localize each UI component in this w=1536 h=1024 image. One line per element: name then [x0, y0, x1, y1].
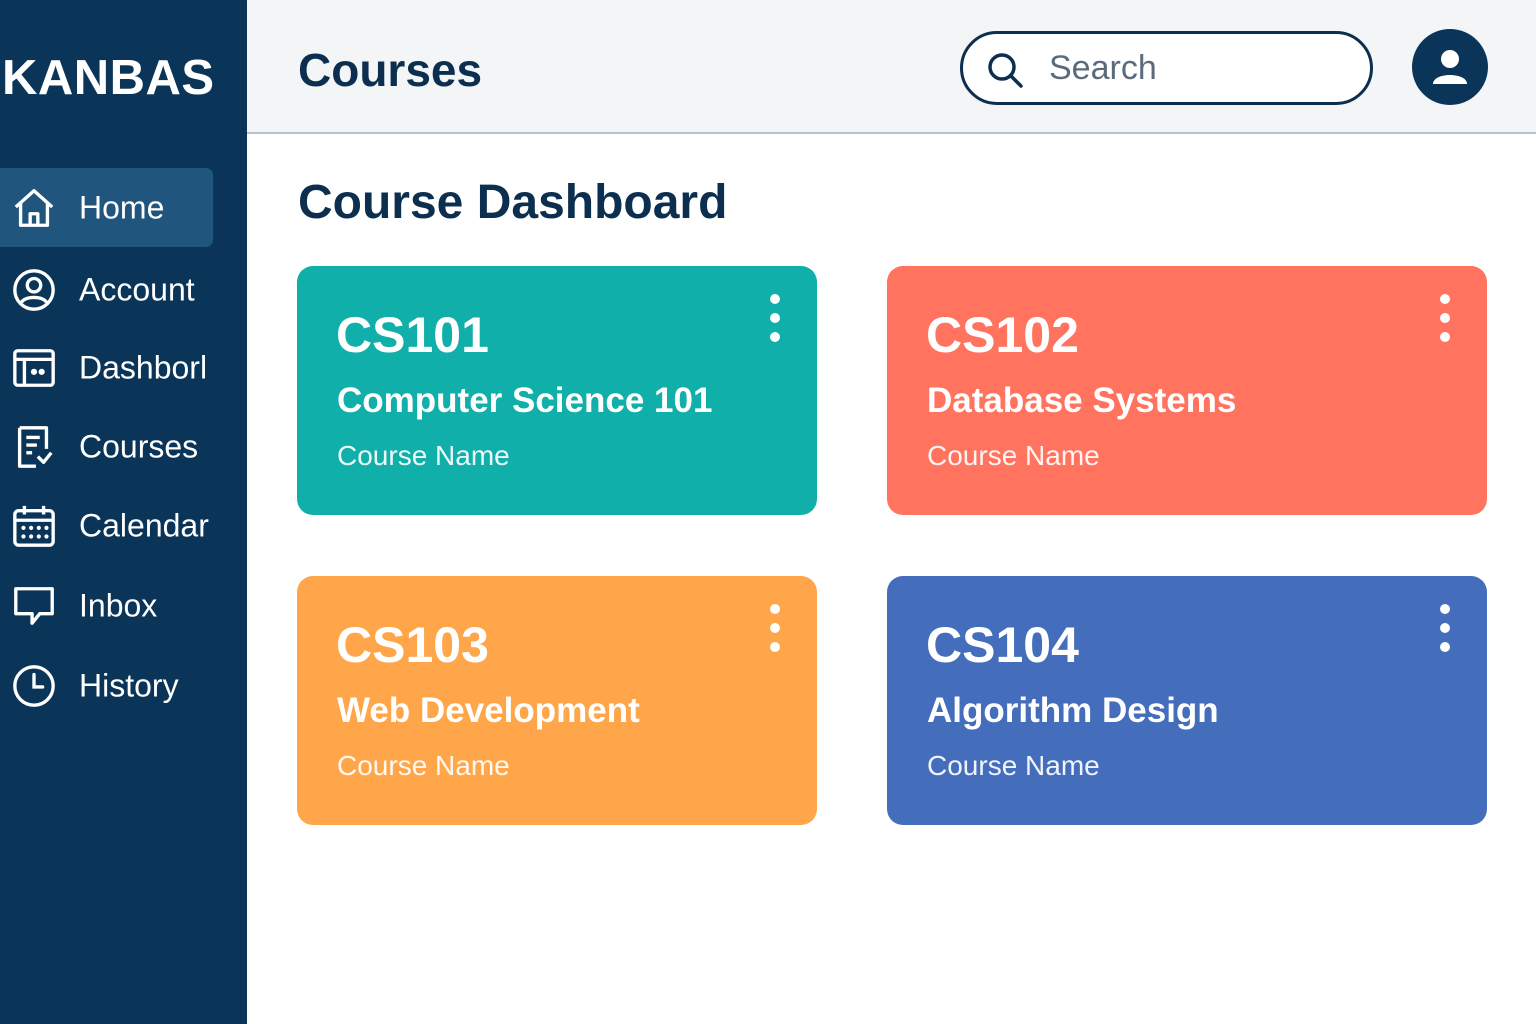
course-code: CS101: [336, 307, 489, 363]
more-options-icon[interactable]: [1435, 604, 1455, 652]
sidebar-item-label: Home: [79, 189, 165, 225]
sidebar: KANBAS Home Account Dashborl Courses Cal…: [0, 0, 247, 1024]
course-title: Computer Science 101: [337, 381, 713, 420]
top-header: Courses: [247, 0, 1536, 134]
account-icon: [11, 267, 57, 313]
page-title: Course Dashboard: [298, 176, 728, 229]
user-avatar-button[interactable]: [1412, 29, 1488, 105]
sidebar-item-label: Account: [79, 271, 195, 307]
course-card-cs102[interactable]: CS102 Database Systems Course Name: [887, 266, 1487, 515]
course-card-cs103[interactable]: CS103 Web Development Course Name: [297, 576, 817, 825]
sidebar-item-label: Calendar: [79, 507, 209, 543]
course-card-cs104[interactable]: CS104 Algorithm Design Course Name: [887, 576, 1487, 825]
dashboard-icon: [11, 345, 57, 391]
course-subtitle: Course Name: [337, 440, 510, 471]
search-input[interactable]: [1049, 44, 1349, 92]
course-title: Database Systems: [927, 381, 1237, 420]
course-subtitle: Course Name: [927, 440, 1100, 471]
home-icon: [11, 185, 57, 231]
sidebar-item-label: Dashborl: [79, 349, 208, 385]
sidebar-item-label: History: [79, 667, 179, 703]
calendar-icon: [11, 503, 57, 549]
more-options-icon[interactable]: [1435, 294, 1455, 342]
sidebar-item-home[interactable]: Home: [0, 168, 213, 247]
course-subtitle: Course Name: [337, 750, 510, 781]
courses-icon: [11, 424, 57, 470]
search-box[interactable]: [960, 31, 1373, 105]
course-code: CS104: [926, 617, 1079, 673]
page-header-title: Courses: [298, 44, 483, 96]
sidebar-item-calendar[interactable]: Calendar: [0, 486, 213, 565]
sidebar-item-courses[interactable]: Courses: [0, 407, 213, 486]
course-card-cs101[interactable]: CS101 Computer Science 101 Course Name: [297, 266, 817, 515]
inbox-icon: [11, 583, 57, 629]
sidebar-item-label: Courses: [79, 428, 199, 464]
course-title: Web Development: [337, 691, 640, 730]
sidebar-item-inbox[interactable]: Inbox: [0, 566, 213, 645]
sidebar-item-account[interactable]: Account: [0, 250, 213, 329]
course-code: CS102: [926, 307, 1079, 363]
brand-logo: KANBAS: [2, 51, 215, 105]
search-icon: [985, 50, 1025, 90]
course-subtitle: Course Name: [927, 750, 1100, 781]
course-title: Algorithm Design: [927, 691, 1219, 730]
more-options-icon[interactable]: [765, 604, 785, 652]
user-icon: [1433, 50, 1467, 84]
sidebar-item-history[interactable]: History: [0, 646, 213, 725]
sidebar-item-dashboard[interactable]: Dashborl: [0, 328, 213, 407]
sidebar-item-label: Inbox: [79, 587, 158, 623]
history-icon: [11, 663, 57, 709]
course-code: CS103: [336, 617, 489, 673]
app-window: KANBAS Home Account Dashborl Courses Cal…: [0, 0, 1536, 1024]
more-options-icon[interactable]: [765, 294, 785, 342]
